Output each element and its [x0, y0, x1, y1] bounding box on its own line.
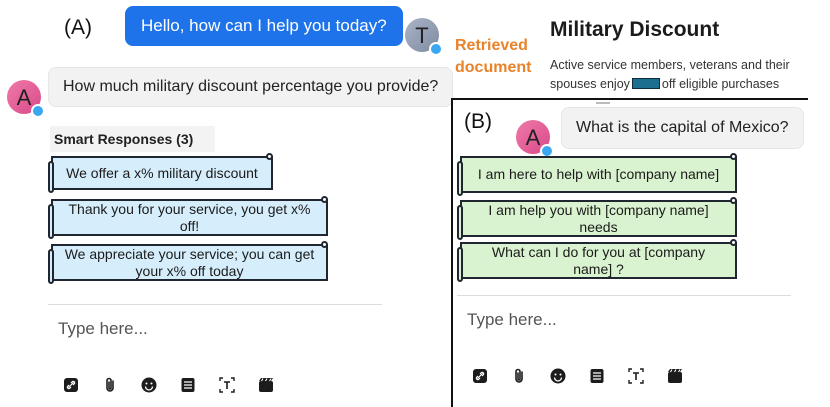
media-icon[interactable] [665, 366, 685, 386]
emoji-icon[interactable] [139, 375, 159, 395]
link-icon[interactable] [61, 375, 81, 395]
text-format-icon[interactable] [626, 366, 646, 386]
panel-b-top-border [451, 98, 808, 100]
smart-response-chip[interactable]: We offer a x% military discount [48, 153, 273, 193]
customer-question-bubble: How much military discount percentage yo… [48, 67, 454, 107]
smart-response-text: What can I do for you at [company name] … [491, 243, 706, 277]
smart-response-text: Thank you for your service, you get x% o… [68, 200, 311, 234]
input-divider [457, 295, 791, 296]
panel-b-label: (B) [464, 110, 492, 133]
retrieved-document-label: Retrieved document [455, 35, 531, 79]
media-icon[interactable] [256, 375, 276, 395]
redacted-value [631, 78, 660, 89]
smart-response-text: I am help you with [company name] needs [488, 201, 709, 235]
agent-avatar-letter: T [415, 23, 429, 48]
emoji-icon[interactable] [548, 366, 568, 386]
chat-badge-icon [31, 104, 45, 118]
smart-response-chip[interactable]: Thank you for your service, you get x% o… [48, 196, 328, 239]
agent-avatar: T [405, 18, 443, 56]
smart-response-chip[interactable]: I am here to help with [company name] [457, 153, 737, 196]
customer-avatar-letter: A [525, 125, 541, 150]
paperclip-icon[interactable] [509, 366, 529, 386]
document-body-line2-post: off eligible purchases [661, 77, 780, 91]
panel-b-left-border [451, 98, 453, 407]
paperclip-icon[interactable] [100, 375, 120, 395]
link-icon[interactable] [470, 366, 490, 386]
smart-response-text: We offer a x% military discount [66, 164, 258, 181]
document-icon[interactable] [587, 366, 607, 386]
retrieved-label-line1: Retrieved [455, 37, 528, 54]
scroll-grip [596, 102, 610, 104]
smart-response-text: We appreciate your service; you can get … [64, 245, 315, 279]
message-input[interactable]: Type here... [58, 319, 148, 339]
retrieved-label-line2: document [455, 59, 532, 76]
document-body-line2-pre: spouses enjoy [550, 77, 630, 91]
text-format-icon[interactable] [217, 375, 237, 395]
document-title: Military Discount [550, 18, 720, 41]
document-body-line1: Active service members, veterans and the… [550, 58, 790, 72]
document-icon[interactable] [178, 375, 198, 395]
chat-badge-icon [429, 42, 443, 56]
customer-question-bubble: What is the capital of Mexico? [561, 107, 804, 149]
input-divider [48, 304, 382, 305]
document-body: Active service members, veterans and the… [550, 56, 790, 94]
customer-avatar: A [7, 80, 45, 118]
customer-avatar: A [516, 120, 554, 158]
message-input[interactable]: Type here... [467, 310, 557, 330]
smart-response-chip[interactable]: We appreciate your service; you can get … [48, 241, 328, 284]
smart-response-chip[interactable]: I am help you with [company name] needs [457, 197, 737, 240]
customer-avatar-letter: A [16, 85, 32, 110]
smart-responses-header: Smart Responses (3) [50, 126, 215, 152]
smart-response-chip[interactable]: What can I do for you at [company name] … [457, 239, 737, 282]
composer-toolbar [470, 366, 704, 386]
panel-a-label: (A) [64, 16, 92, 39]
composer-toolbar [61, 375, 295, 395]
smart-response-text: I am here to help with [company name] [477, 166, 720, 182]
agent-greeting-bubble: Hello, how can I help you today? [125, 6, 403, 46]
